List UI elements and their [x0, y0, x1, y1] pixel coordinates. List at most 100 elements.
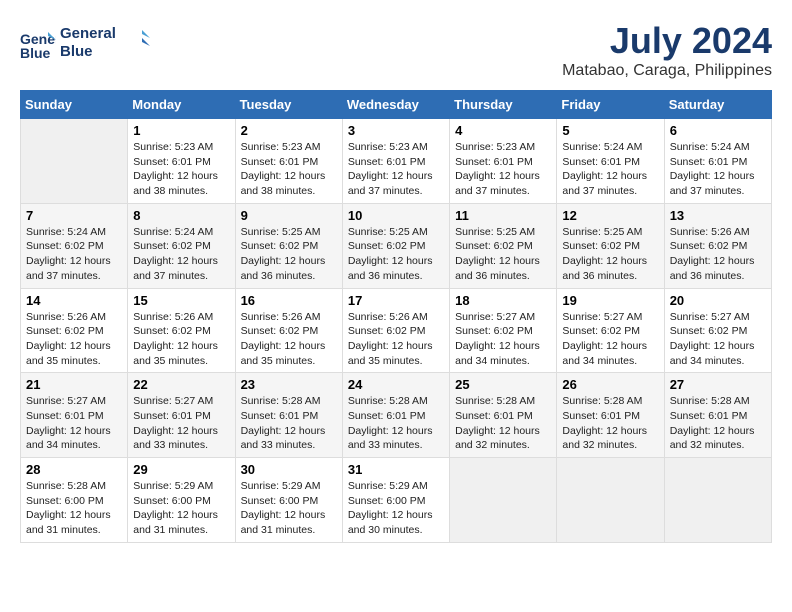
cell-info: Sunrise: 5:25 AMSunset: 6:02 PMDaylight:…: [348, 225, 444, 284]
day-number: 1: [133, 123, 229, 138]
week-row-4: 21Sunrise: 5:27 AMSunset: 6:01 PMDayligh…: [21, 373, 772, 458]
cell-info: Sunrise: 5:27 AMSunset: 6:02 PMDaylight:…: [562, 310, 658, 369]
logo: General Blue General Blue: [20, 20, 150, 65]
calendar-cell: 22 Sunrise: 5:27 AMSunset: 6:01 PMDayligh…: [128, 373, 235, 458]
weekday-header-sunday: Sunday: [21, 91, 128, 119]
cell-info: Sunrise: 5:23 AMSunset: 6:01 PMDaylight:…: [133, 140, 229, 199]
cell-info: Sunrise: 5:27 AMSunset: 6:01 PMDaylight:…: [26, 394, 122, 453]
calendar-cell: 28 Sunrise: 5:28 AMSunset: 6:00 PMDayligh…: [21, 458, 128, 543]
week-row-1: 1 Sunrise: 5:23 AMSunset: 6:01 PMDaylight…: [21, 119, 772, 204]
day-number: 28: [26, 462, 122, 477]
week-row-5: 28 Sunrise: 5:28 AMSunset: 6:00 PMDayligh…: [21, 458, 772, 543]
cell-info: Sunrise: 5:23 AMSunset: 6:01 PMDaylight:…: [241, 140, 337, 199]
calendar-cell: 13Sunrise: 5:26 AMSunset: 6:02 PMDayligh…: [664, 203, 771, 288]
cell-info: Sunrise: 5:24 AMSunset: 6:02 PMDaylight:…: [26, 225, 122, 284]
calendar-cell: 17 Sunrise: 5:26 AMSunset: 6:02 PMDayligh…: [342, 288, 449, 373]
day-number: 17: [348, 293, 444, 308]
day-number: 5: [562, 123, 658, 138]
day-number: 7: [26, 208, 122, 223]
day-number: 18: [455, 293, 551, 308]
calendar-cell: 9Sunrise: 5:25 AMSunset: 6:02 PMDaylight…: [235, 203, 342, 288]
day-number: 24: [348, 377, 444, 392]
calendar-cell: 30 Sunrise: 5:29 AMSunset: 6:00 PMDayligh…: [235, 458, 342, 543]
day-number: 20: [670, 293, 766, 308]
cell-info: Sunrise: 5:27 AMSunset: 6:02 PMDaylight:…: [670, 310, 766, 369]
week-row-3: 14 Sunrise: 5:26 AMSunset: 6:02 PMDayligh…: [21, 288, 772, 373]
calendar-cell: 29Sunrise: 5:29 AMSunset: 6:00 PMDayligh…: [128, 458, 235, 543]
cell-info: Sunrise: 5:26 AMSunset: 6:02 PMDaylight:…: [670, 225, 766, 284]
day-number: 25: [455, 377, 551, 392]
calendar-cell: [450, 458, 557, 543]
calendar-cell: 6Sunrise: 5:24 AMSunset: 6:01 PMDaylight…: [664, 119, 771, 204]
weekday-header-wednesday: Wednesday: [342, 91, 449, 119]
cell-info: Sunrise: 5:24 AMSunset: 6:01 PMDaylight:…: [562, 140, 658, 199]
day-number: 11: [455, 208, 551, 223]
calendar-cell: 27 Sunrise: 5:28 AMSunset: 6:01 PMDayligh…: [664, 373, 771, 458]
day-number: 19: [562, 293, 658, 308]
day-number: 10: [348, 208, 444, 223]
calendar-cell: 7 Sunrise: 5:24 AMSunset: 6:02 PMDaylight…: [21, 203, 128, 288]
weekday-header-thursday: Thursday: [450, 91, 557, 119]
day-number: 15: [133, 293, 229, 308]
day-number: 3: [348, 123, 444, 138]
calendar-cell: 20 Sunrise: 5:27 AMSunset: 6:02 PMDayligh…: [664, 288, 771, 373]
day-number: 26: [562, 377, 658, 392]
location-title: Matabao, Caraga, Philippines: [562, 62, 772, 80]
logo-icon: General Blue: [20, 24, 56, 60]
day-number: 31: [348, 462, 444, 477]
day-number: 14: [26, 293, 122, 308]
cell-info: Sunrise: 5:29 AMSunset: 6:00 PMDaylight:…: [241, 479, 337, 538]
calendar-cell: 10 Sunrise: 5:25 AMSunset: 6:02 PMDayligh…: [342, 203, 449, 288]
cell-info: Sunrise: 5:25 AMSunset: 6:02 PMDaylight:…: [562, 225, 658, 284]
svg-text:General: General: [60, 25, 116, 42]
cell-info: Sunrise: 5:26 AMSunset: 6:02 PMDaylight:…: [348, 310, 444, 369]
calendar-cell: 21Sunrise: 5:27 AMSunset: 6:01 PMDayligh…: [21, 373, 128, 458]
cell-info: Sunrise: 5:23 AMSunset: 6:01 PMDaylight:…: [348, 140, 444, 199]
cell-info: Sunrise: 5:24 AMSunset: 6:01 PMDaylight:…: [670, 140, 766, 199]
cell-info: Sunrise: 5:23 AMSunset: 6:01 PMDaylight:…: [455, 140, 551, 199]
cell-info: Sunrise: 5:24 AMSunset: 6:02 PMDaylight:…: [133, 225, 229, 284]
calendar-cell: [557, 458, 664, 543]
calendar-cell: 18 Sunrise: 5:27 AMSunset: 6:02 PMDayligh…: [450, 288, 557, 373]
cell-info: Sunrise: 5:28 AMSunset: 6:01 PMDaylight:…: [348, 394, 444, 453]
calendar-cell: 25 Sunrise: 5:28 AMSunset: 6:01 PMDayligh…: [450, 373, 557, 458]
page-header: General Blue General Blue July 2024 Mata…: [20, 20, 772, 80]
calendar-cell: 2 Sunrise: 5:23 AMSunset: 6:01 PMDaylight…: [235, 119, 342, 204]
day-number: 12: [562, 208, 658, 223]
calendar-cell: [21, 119, 128, 204]
weekday-header-tuesday: Tuesday: [235, 91, 342, 119]
cell-info: Sunrise: 5:28 AMSunset: 6:01 PMDaylight:…: [241, 394, 337, 453]
cell-info: Sunrise: 5:29 AMSunset: 6:00 PMDaylight:…: [133, 479, 229, 538]
calendar-cell: 3 Sunrise: 5:23 AMSunset: 6:01 PMDaylight…: [342, 119, 449, 204]
cell-info: Sunrise: 5:27 AMSunset: 6:02 PMDaylight:…: [455, 310, 551, 369]
cell-info: Sunrise: 5:28 AMSunset: 6:00 PMDaylight:…: [26, 479, 122, 538]
svg-text:Blue: Blue: [20, 45, 51, 60]
cell-info: Sunrise: 5:25 AMSunset: 6:02 PMDaylight:…: [455, 225, 551, 284]
weekday-header-friday: Friday: [557, 91, 664, 119]
day-number: 30: [241, 462, 337, 477]
cell-info: Sunrise: 5:25 AMSunset: 6:02 PMDaylight:…: [241, 225, 337, 284]
title-area: July 2024 Matabao, Caraga, Philippines: [562, 20, 772, 80]
calendar-cell: 23 Sunrise: 5:28 AMSunset: 6:01 PMDayligh…: [235, 373, 342, 458]
cell-info: Sunrise: 5:26 AMSunset: 6:02 PMDaylight:…: [26, 310, 122, 369]
calendar-cell: 4 Sunrise: 5:23 AMSunset: 6:01 PMDaylight…: [450, 119, 557, 204]
cell-info: Sunrise: 5:29 AMSunset: 6:00 PMDaylight:…: [348, 479, 444, 538]
cell-info: Sunrise: 5:28 AMSunset: 6:01 PMDaylight:…: [455, 394, 551, 453]
day-number: 4: [455, 123, 551, 138]
calendar-cell: 16Sunrise: 5:26 AMSunset: 6:02 PMDayligh…: [235, 288, 342, 373]
cell-info: Sunrise: 5:26 AMSunset: 6:02 PMDaylight:…: [133, 310, 229, 369]
day-number: 2: [241, 123, 337, 138]
cell-info: Sunrise: 5:28 AMSunset: 6:01 PMDaylight:…: [670, 394, 766, 453]
day-number: 8: [133, 208, 229, 223]
logo-text: General Blue: [60, 20, 150, 65]
calendar-cell: 11 Sunrise: 5:25 AMSunset: 6:02 PMDayligh…: [450, 203, 557, 288]
day-number: 22: [133, 377, 229, 392]
day-number: 27: [670, 377, 766, 392]
calendar-cell: 15 Sunrise: 5:26 AMSunset: 6:02 PMDayligh…: [128, 288, 235, 373]
weekday-header-row: SundayMondayTuesdayWednesdayThursdayFrid…: [21, 91, 772, 119]
cell-info: Sunrise: 5:28 AMSunset: 6:01 PMDaylight:…: [562, 394, 658, 453]
calendar-cell: 5 Sunrise: 5:24 AMSunset: 6:01 PMDaylight…: [557, 119, 664, 204]
calendar-cell: 19 Sunrise: 5:27 AMSunset: 6:02 PMDayligh…: [557, 288, 664, 373]
cell-info: Sunrise: 5:27 AMSunset: 6:01 PMDaylight:…: [133, 394, 229, 453]
day-number: 23: [241, 377, 337, 392]
